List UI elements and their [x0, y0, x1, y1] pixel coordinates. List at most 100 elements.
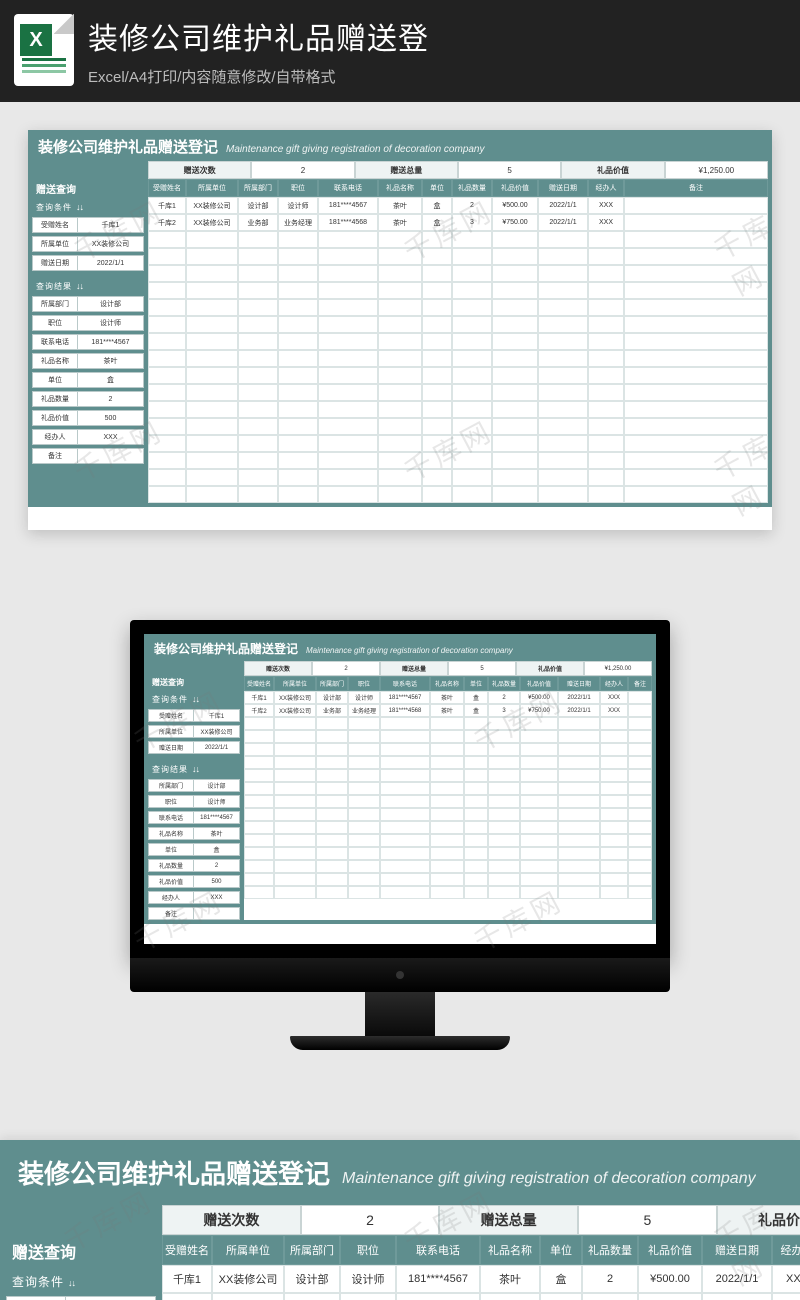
table-cell[interactable]: 千库2 — [148, 214, 186, 231]
table-cell[interactable] — [422, 231, 452, 248]
table-cell[interactable] — [624, 333, 768, 350]
table-cell[interactable] — [422, 401, 452, 418]
table-cell[interactable] — [600, 782, 628, 795]
table-cell[interactable] — [628, 808, 652, 821]
table-cell[interactable] — [186, 486, 238, 503]
table-cell[interactable] — [380, 834, 430, 847]
table-cell[interactable] — [624, 265, 768, 282]
table-cell[interactable]: ¥500.00 — [520, 691, 558, 704]
table-row-empty[interactable] — [244, 782, 652, 795]
table-row-empty[interactable] — [244, 886, 652, 899]
table-cell[interactable]: 181****4567 — [396, 1265, 480, 1293]
table-row-empty[interactable] — [244, 860, 652, 873]
table-cell[interactable] — [378, 401, 422, 418]
table-cell[interactable] — [452, 299, 492, 316]
table-cell[interactable] — [430, 730, 464, 743]
table-cell[interactable] — [186, 367, 238, 384]
table-cell[interactable] — [464, 717, 488, 730]
table-cell[interactable] — [238, 282, 278, 299]
table-cell[interactable] — [558, 886, 600, 899]
table-cell[interactable] — [520, 808, 558, 821]
table-cell[interactable] — [380, 782, 430, 795]
table-cell[interactable] — [452, 367, 492, 384]
table-cell[interactable] — [600, 873, 628, 886]
table-cell[interactable] — [538, 265, 588, 282]
table-cell[interactable] — [148, 384, 186, 401]
table-cell[interactable]: 2022/1/1 — [558, 704, 600, 717]
table-cell[interactable] — [452, 282, 492, 299]
table-cell[interactable] — [588, 452, 624, 469]
table-cell[interactable] — [318, 333, 378, 350]
table-cell[interactable] — [492, 486, 538, 503]
table-cell[interactable] — [422, 299, 452, 316]
table-cell[interactable]: 181****4568 — [380, 704, 430, 717]
table-cell[interactable] — [452, 316, 492, 333]
table-cell[interactable] — [422, 248, 452, 265]
table-row-empty[interactable] — [148, 231, 768, 248]
table-cell[interactable] — [520, 860, 558, 873]
table-cell[interactable] — [148, 282, 186, 299]
table-cell[interactable] — [628, 730, 652, 743]
table-row-empty[interactable] — [244, 808, 652, 821]
table-cell[interactable] — [316, 847, 348, 860]
table-cell[interactable] — [380, 756, 430, 769]
table-cell[interactable] — [624, 452, 768, 469]
table-cell[interactable] — [148, 265, 186, 282]
table-cell[interactable] — [628, 860, 652, 873]
table-cell[interactable] — [624, 418, 768, 435]
table-cell[interactable] — [186, 316, 238, 333]
table-cell[interactable] — [318, 469, 378, 486]
table-cell[interactable] — [316, 743, 348, 756]
table-cell[interactable] — [520, 834, 558, 847]
table-cell[interactable] — [464, 743, 488, 756]
table-cell[interactable] — [348, 873, 380, 886]
table-cell[interactable] — [348, 860, 380, 873]
table-cell[interactable] — [348, 782, 380, 795]
table-cell[interactable] — [186, 231, 238, 248]
table-cell[interactable] — [488, 873, 520, 886]
table-cell[interactable] — [278, 401, 318, 418]
table-cell[interactable] — [624, 350, 768, 367]
table-cell[interactable] — [378, 418, 422, 435]
table-cell[interactable] — [148, 486, 186, 503]
table-cell[interactable] — [624, 469, 768, 486]
table-cell[interactable] — [488, 717, 520, 730]
table-cell[interactable] — [278, 435, 318, 452]
table-row-empty[interactable] — [148, 299, 768, 316]
table-cell[interactable]: 181****4568 — [396, 1293, 480, 1300]
table-cell[interactable] — [452, 350, 492, 367]
table-cell[interactable] — [520, 795, 558, 808]
table-cell[interactable] — [348, 808, 380, 821]
table-cell[interactable]: 茶叶 — [480, 1293, 540, 1300]
table-cell[interactable] — [558, 808, 600, 821]
table-cell[interactable] — [238, 231, 278, 248]
table-cell[interactable] — [488, 860, 520, 873]
table-cell[interactable] — [628, 717, 652, 730]
table-cell[interactable] — [148, 316, 186, 333]
table-cell[interactable] — [624, 316, 768, 333]
table-cell[interactable] — [628, 756, 652, 769]
table-cell[interactable] — [278, 350, 318, 367]
table-cell[interactable]: 设计部 — [316, 691, 348, 704]
table-cell[interactable] — [488, 795, 520, 808]
table-row-empty[interactable] — [148, 367, 768, 384]
table-cell[interactable] — [238, 452, 278, 469]
table-cell[interactable] — [488, 847, 520, 860]
table-cell[interactable] — [278, 384, 318, 401]
table-cell[interactable]: XX装修公司 — [186, 197, 238, 214]
table-cell[interactable] — [278, 231, 318, 248]
table-cell[interactable]: 千库1 — [148, 197, 186, 214]
condition-value[interactable]: 千库1 — [66, 1296, 156, 1300]
table-cell[interactable] — [348, 730, 380, 743]
condition-value[interactable]: 2022/1/1 — [78, 255, 144, 271]
table-cell[interactable] — [378, 452, 422, 469]
table-cell[interactable] — [520, 821, 558, 834]
table-cell[interactable] — [148, 401, 186, 418]
condition-value[interactable]: XX装修公司 — [194, 725, 240, 738]
table-row-empty[interactable] — [148, 435, 768, 452]
table-cell[interactable] — [492, 333, 538, 350]
table-cell[interactable] — [600, 860, 628, 873]
table-cell[interactable] — [238, 384, 278, 401]
table-cell[interactable] — [430, 847, 464, 860]
table-cell[interactable] — [278, 469, 318, 486]
